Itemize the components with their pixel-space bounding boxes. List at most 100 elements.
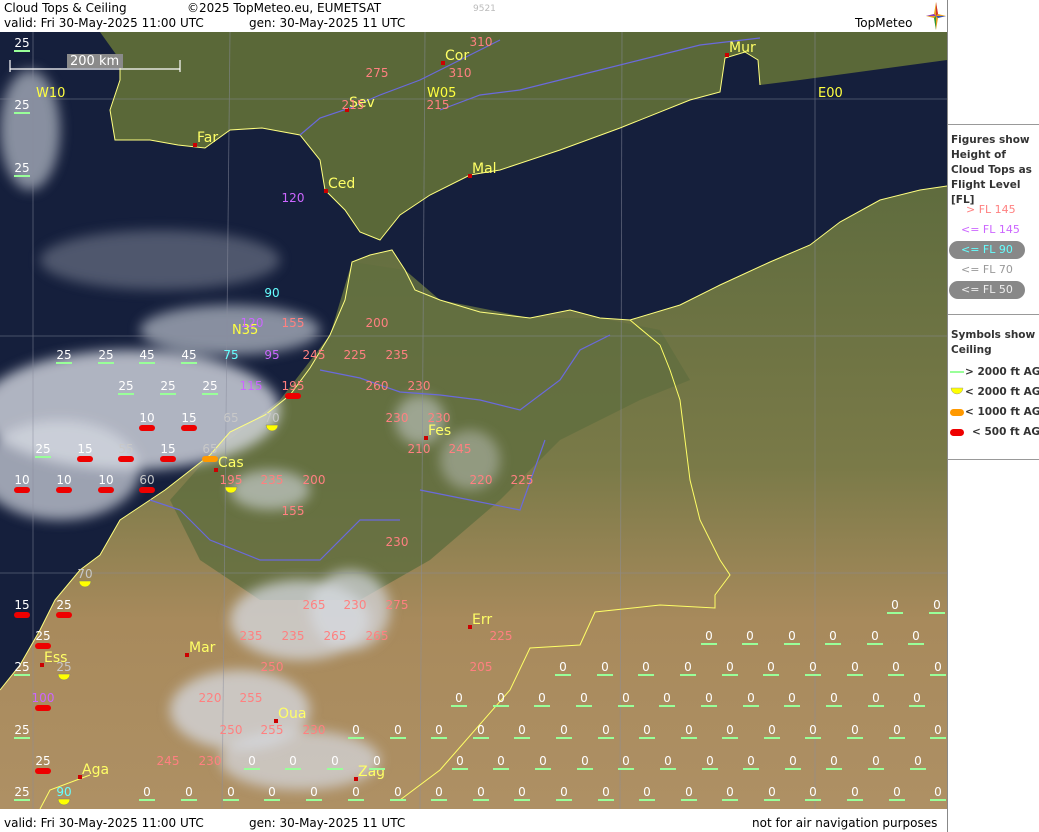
reading-value: 55 [118, 442, 133, 456]
reading-value: 0 [268, 785, 276, 799]
reading-value: 90 [56, 785, 71, 799]
reading-value: 215 [342, 98, 365, 112]
reading-value: 25 [202, 379, 217, 393]
city-label-oua: Oua [278, 706, 306, 722]
reading-value: 0 [394, 723, 402, 737]
figures-title: Figures show Height of Cloud Tops as Fli… [951, 134, 1032, 206]
satellite-map[interactable]: 200 km W10 W05 E00 N35 Cor MurSevFarMalCe… [0, 32, 947, 809]
reading-value: 0 [934, 723, 942, 737]
ceiling-symbol [56, 612, 72, 618]
reading-value: 0 [227, 785, 235, 799]
reading-65: 25 [14, 660, 30, 676]
reading-value: 0 [289, 754, 297, 768]
reading-value: 25 [35, 442, 50, 456]
reading-21: 235 [386, 348, 409, 362]
ceiling-symbol [98, 487, 114, 493]
legend-fl-50: <= FL 50 [961, 283, 1013, 296]
reading-value: 0 [726, 723, 734, 737]
reading-value: 220 [470, 473, 493, 487]
reading-value: 230 [428, 411, 451, 425]
reading-value: 0 [497, 691, 505, 705]
city-label-far: Far [197, 130, 218, 146]
reading-22: 25 [118, 379, 134, 395]
reading-50: 225 [511, 473, 534, 487]
reading-value: 0 [560, 785, 568, 799]
reading-value: 0 [788, 691, 796, 705]
reading-32: 70 [264, 411, 280, 432]
reading-value: 25 [56, 598, 71, 612]
city-label-mar: Mar [189, 640, 216, 656]
reading-value: 200 [303, 473, 326, 487]
scale-label: 200 km [70, 54, 119, 69]
ceiling-symbol [14, 487, 30, 493]
city-label-err: Err [472, 612, 492, 628]
reading-value: 225 [344, 348, 367, 362]
reading-value: 265 [303, 598, 326, 612]
reading-value: 15 [14, 598, 29, 612]
map-header: Cloud Tops & Ceiling ©2025 TopMeteo.eu, … [0, 0, 947, 32]
reading-48: 200 [303, 473, 326, 487]
reading-value: 0 [913, 691, 921, 705]
legend-ceiling-above-2000: > 2000 ft AGL [965, 366, 1039, 378]
reading-value: 0 [893, 785, 901, 799]
reading-value: 25 [14, 161, 29, 175]
grid-label-e00: E00 [818, 86, 843, 101]
legend-panel: Figures show Height of Cloud Tops as Fli… [947, 0, 1039, 832]
ceiling-symbol [202, 456, 218, 462]
reading-18: 95 [264, 348, 279, 362]
reading-36: 15 [77, 442, 93, 462]
copyright: ©2025 TopMeteo.eu, EUMETSAT [187, 1, 382, 15]
reading-value: 155 [282, 504, 305, 518]
ceiling-high-symbol [950, 371, 964, 373]
reading-value: 235 [261, 473, 284, 487]
reading-value: 0 [893, 723, 901, 737]
ceiling-2000-symbol [950, 387, 964, 395]
reading-value: 0 [809, 660, 817, 674]
reading-11: 155 [282, 316, 305, 330]
reading-value: 0 [912, 629, 920, 643]
reading-value: 0 [373, 754, 381, 768]
reading-value: 0 [706, 754, 714, 768]
reading-63: 265 [366, 629, 389, 643]
reading-25: 115 [240, 379, 263, 393]
reading-value: 0 [830, 691, 838, 705]
reading-value: 70 [77, 567, 92, 581]
topmeteo-logo: TopMeteo [855, 16, 913, 30]
reading-80: 90 [56, 785, 72, 806]
reading-62: 265 [324, 629, 347, 643]
reading-value: 45 [139, 348, 154, 362]
reading-value: 245 [157, 754, 180, 768]
reading-value: 225 [490, 629, 513, 643]
city-label-cas: Cas [218, 455, 244, 471]
reading-value: 0 [601, 660, 609, 674]
reading-3: 310 [470, 35, 493, 49]
legend-fl-90: <= FL 90 [961, 243, 1013, 256]
reading-value: 0 [746, 629, 754, 643]
reading-value: 0 [435, 723, 443, 737]
reading-77: 245 [157, 754, 180, 768]
reading-value: 100 [32, 691, 55, 705]
reading-value: 25 [118, 379, 133, 393]
reading-value: 230 [386, 535, 409, 549]
ceiling-symbol [139, 425, 155, 431]
reading-value: 25 [35, 629, 50, 643]
reading-value: 250 [220, 723, 243, 737]
reading-13: 25 [56, 348, 72, 364]
reading-value: 275 [386, 598, 409, 612]
reading-value: 0 [684, 660, 692, 674]
reading-value: 0 [581, 754, 589, 768]
reading-58: 275 [386, 598, 409, 612]
reading-60: 235 [240, 629, 263, 643]
reading-value: 0 [768, 723, 776, 737]
disclaimer: not for air navigation purposes [752, 816, 938, 830]
reading-value: 0 [497, 754, 505, 768]
reading-value: 0 [455, 691, 463, 705]
reading-value: 225 [511, 473, 534, 487]
city-label-zag: Zag [358, 764, 385, 780]
reading-29: 10 [139, 411, 155, 431]
generated-time: gen: 30-May-2025 11 UTC [249, 16, 406, 30]
reading-55: 25 [56, 598, 72, 618]
reading-value: 230 [303, 723, 326, 737]
product-code: 9521 [473, 4, 496, 14]
footer-generated-time: gen: 30-May-2025 11 UTC [249, 816, 406, 830]
